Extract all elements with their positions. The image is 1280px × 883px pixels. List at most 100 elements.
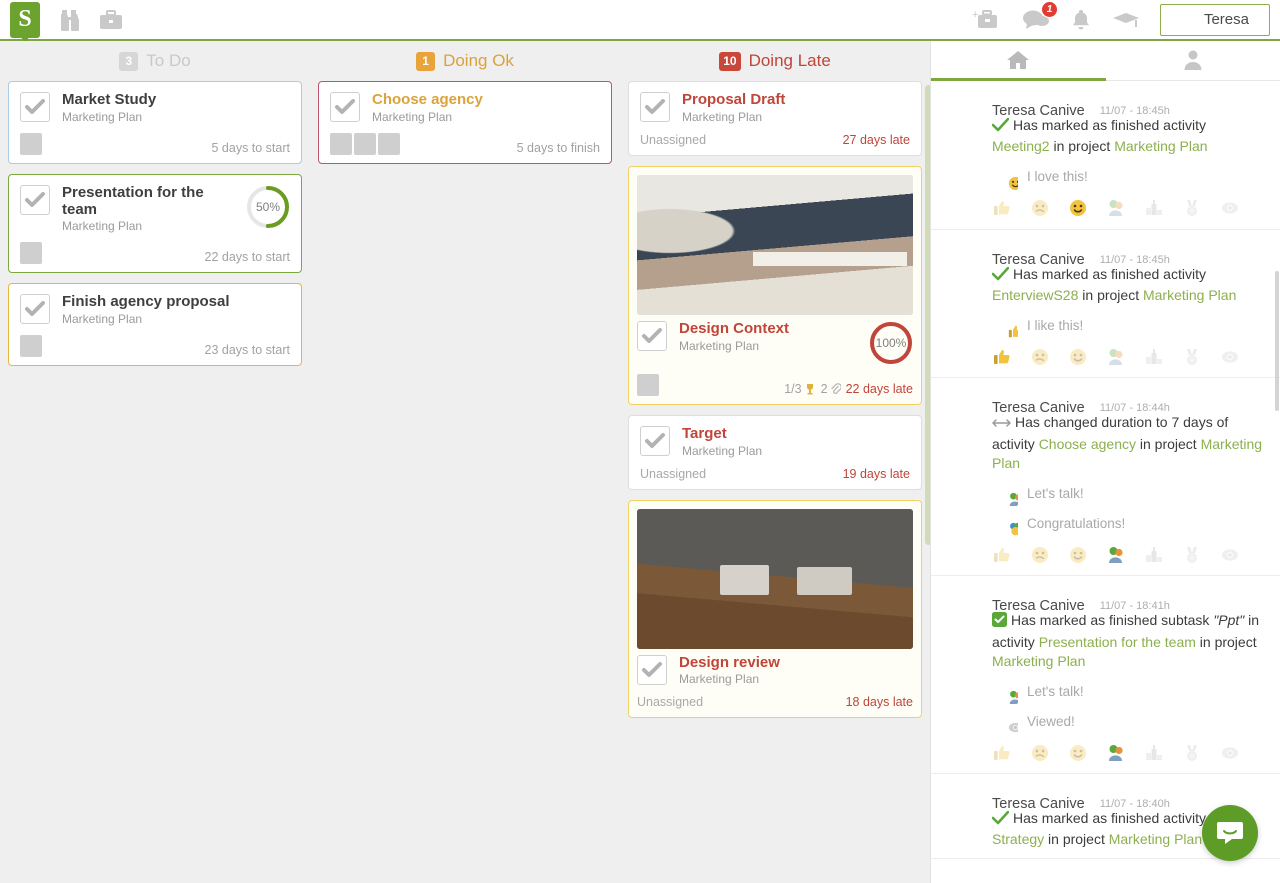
complete-task-checkbox[interactable]: [640, 92, 670, 122]
reaction-medal-icon[interactable]: [1182, 743, 1201, 762]
comment-text: Viewed!: [1027, 713, 1075, 729]
comment-text: Let's talk!: [1027, 485, 1084, 501]
chat-bubble-icon: [1217, 822, 1243, 844]
reaction-meh-icon[interactable]: [1030, 199, 1049, 218]
avatar: [20, 242, 42, 265]
graduation-cap-icon[interactable]: [1112, 8, 1140, 32]
chat-launcher-button[interactable]: [1202, 805, 1258, 861]
task-card[interactable]: Market Study Marketing Plan 5 days to star…: [8, 81, 302, 164]
reaction-podium-icon[interactable]: [1144, 347, 1163, 366]
comment-text: Congratulations!: [1027, 515, 1126, 531]
comment-list: Let's talk! Viewed!: [945, 678, 1266, 735]
task-card[interactable]: Design review Marketing Plan Unassigned 18 …: [628, 499, 922, 719]
reaction-meh-icon[interactable]: [1030, 743, 1049, 762]
reaction-smile-icon[interactable]: [1068, 743, 1087, 762]
notifications-bell-icon[interactable]: [1070, 8, 1092, 32]
app-logo[interactable]: S: [10, 1, 40, 44]
avatar: [992, 708, 1018, 735]
comment-item: I like this!: [992, 312, 1266, 339]
reaction-talk-icon[interactable]: [1106, 347, 1125, 366]
card-assignees[interactable]: [330, 132, 400, 155]
complete-task-checkbox[interactable]: [330, 92, 360, 122]
reaction-smile-icon[interactable]: [1068, 199, 1087, 218]
reaction-bar: [945, 199, 1266, 221]
task-card[interactable]: Design Context Marketing Plan 100% 1/3 2 22…: [628, 165, 922, 405]
user-menu-button[interactable]: Teresa: [1159, 3, 1270, 36]
task-card[interactable]: Finish agency proposal Marketing Plan 23 d…: [8, 283, 302, 367]
reaction-eye-icon[interactable]: [1220, 199, 1239, 218]
card-due: 22 days late: [845, 381, 913, 396]
unassigned-label: Unassigned: [640, 132, 707, 147]
reaction-podium-icon[interactable]: [1144, 743, 1163, 762]
card-due: 18 days late: [845, 695, 913, 710]
avatar: [378, 132, 400, 155]
reaction-bar: [945, 743, 1266, 765]
card-image: [637, 508, 913, 649]
complete-task-checkbox[interactable]: [637, 320, 667, 351]
card-title: Market Study: [62, 91, 157, 108]
task-card[interactable]: Presentation for the team Marketing Plan 5…: [8, 173, 302, 274]
activity-feed-list[interactable]: Teresa Canive 11/07 - 18:45h Has marked as…: [931, 81, 1280, 883]
reaction-badge-smile-icon: [1006, 173, 1018, 190]
reaction-talk-icon[interactable]: [1106, 545, 1125, 564]
card-project: Marketing Plan: [679, 338, 760, 353]
reaction-medal-icon[interactable]: [1182, 199, 1201, 218]
card-project: Marketing Plan: [62, 219, 143, 234]
binoculars-icon[interactable]: [56, 9, 82, 31]
comment-item: Congratulations!: [992, 510, 1266, 537]
check-icon: [991, 266, 1010, 286]
reaction-eye-icon[interactable]: [1220, 743, 1239, 762]
home-tab[interactable]: [931, 41, 1106, 81]
reaction-meh-icon[interactable]: [1030, 347, 1049, 366]
task-card[interactable]: Target Marketing Plan Unassigned 19 days la…: [628, 414, 922, 490]
reaction-badge-like-icon: [1006, 322, 1018, 339]
messages-badge: 1: [1040, 0, 1058, 18]
task-card[interactable]: Choose agency Marketing Plan 5 days to fin…: [318, 81, 612, 164]
feed-item[interactable]: Teresa Canive 11/07 - 18:45h Has marked as…: [931, 230, 1280, 379]
reaction-medal-icon[interactable]: [1182, 347, 1201, 366]
card-assignees[interactable]: [20, 132, 42, 155]
column-headers: 3 To Do 1 Doing Ok 10 Doing Late: [0, 41, 930, 81]
reaction-like-icon[interactable]: [992, 545, 1011, 564]
reaction-eye-icon[interactable]: [1220, 347, 1239, 366]
reaction-smile-icon[interactable]: [1068, 347, 1087, 366]
feed-item[interactable]: Teresa Canive 11/07 - 18:44h Has changed d…: [931, 378, 1280, 577]
profile-tab[interactable]: [1106, 41, 1280, 81]
card-assignees[interactable]: [20, 335, 42, 358]
kanban-columns: Market Study Marketing Plan 5 days to star…: [0, 81, 930, 883]
complete-task-checkbox[interactable]: [20, 184, 50, 215]
reaction-meh-icon[interactable]: [1030, 545, 1049, 564]
reaction-podium-icon[interactable]: [1144, 199, 1163, 218]
top-header-bar: S + 1 Teresa: [0, 0, 1280, 44]
check-icon: [991, 810, 1010, 830]
avatar: [330, 132, 352, 155]
check-icon: [991, 117, 1010, 137]
messages-icon[interactable]: 1: [1022, 0, 1058, 32]
card-assignees[interactable]: [20, 242, 42, 265]
reaction-podium-icon[interactable]: [1144, 545, 1163, 564]
reaction-smile-icon[interactable]: [1068, 545, 1087, 564]
card-project: Marketing Plan: [62, 312, 143, 327]
reaction-talk-icon[interactable]: [1106, 743, 1125, 762]
reaction-like-icon[interactable]: [992, 199, 1011, 218]
reaction-eye-icon[interactable]: [1220, 545, 1239, 564]
reaction-like-icon[interactable]: [992, 743, 1011, 762]
complete-task-checkbox[interactable]: [20, 92, 50, 122]
feed-scrollbar[interactable]: [1275, 271, 1279, 411]
subtask-count: 1/3: [784, 382, 815, 396]
card-due: 5 days to start: [211, 140, 290, 155]
feed-item[interactable]: Teresa Canive 11/07 - 18:41h Has marked as…: [931, 576, 1280, 775]
card-title: Design review: [679, 653, 780, 671]
complete-task-checkbox[interactable]: [20, 294, 50, 325]
add-project-icon[interactable]: +: [972, 8, 1002, 32]
reaction-like-icon[interactable]: [992, 347, 1011, 366]
reaction-medal-icon[interactable]: [1182, 545, 1201, 564]
complete-task-checkbox[interactable]: [640, 425, 670, 456]
reaction-talk-icon[interactable]: [1106, 199, 1125, 218]
complete-task-checkbox[interactable]: [637, 654, 667, 685]
card-assignees[interactable]: [637, 373, 659, 396]
feed-item[interactable]: Teresa Canive 11/07 - 18:45h Has marked as…: [931, 81, 1280, 230]
avatar: [637, 373, 659, 396]
task-card[interactable]: Proposal Draft Marketing Plan Unassigned 27…: [628, 81, 922, 156]
briefcase-icon[interactable]: [98, 9, 124, 31]
